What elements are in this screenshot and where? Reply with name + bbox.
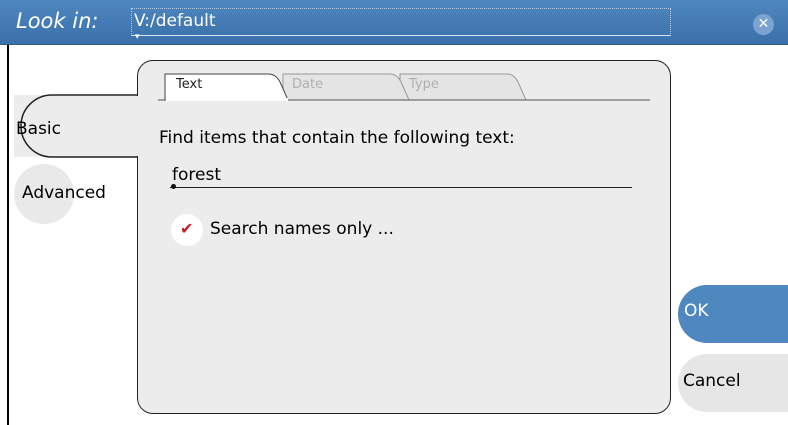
input-cursor-dot [171,184,176,189]
cancel-button-label: Cancel [683,371,741,391]
ok-button-label: OK [684,301,709,321]
find-dialog: Look in: V:/default ▾ ✕ Basic Advanced T… [0,0,788,425]
ok-button[interactable]: OK [678,285,788,343]
search-names-only-label: Search names only ... [210,219,394,239]
tab-type[interactable]: Type [397,73,525,101]
tab-date-label: Date [292,77,324,92]
tab-text-label: Text [176,77,203,92]
search-names-only-checkbox[interactable]: ✔ [171,214,203,246]
checkmark-icon: ✔ [180,219,194,238]
cancel-button[interactable]: Cancel [678,354,788,412]
tab-date[interactable]: Date [280,73,400,101]
search-text-input[interactable] [170,162,632,188]
tab-text[interactable]: Text [164,73,284,101]
tab-type-label: Type [409,77,439,92]
tabs-outline [158,73,650,102]
find-items-label: Find items that contain the following te… [159,128,515,148]
